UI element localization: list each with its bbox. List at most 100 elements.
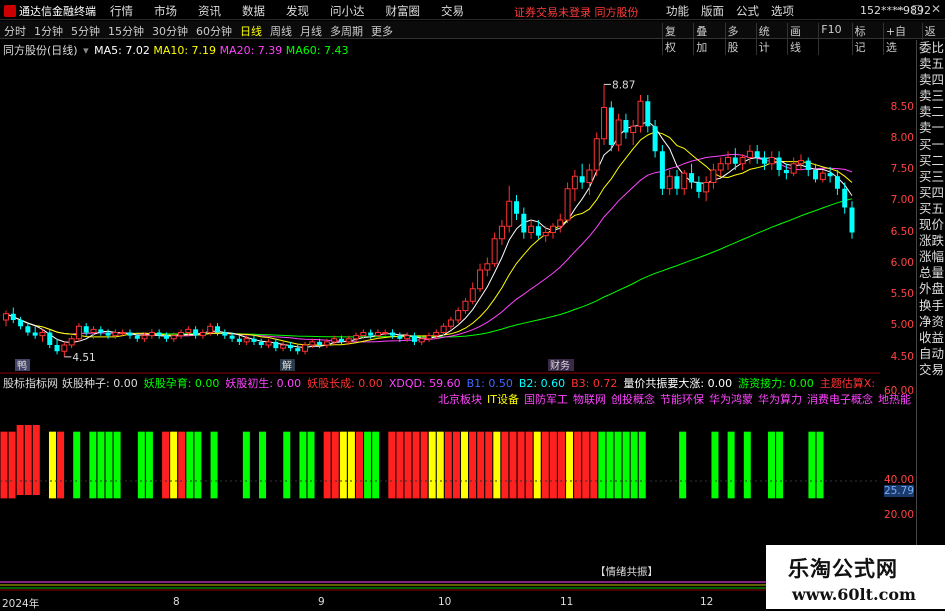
candle xyxy=(703,176,710,202)
ma-legend: 同方股份(日线) ▾ MA5: 7.02 MA10: 7.19 MA20: 7.… xyxy=(3,42,349,58)
side-item-20[interactable]: 自动 xyxy=(917,346,945,362)
side-item-18[interactable]: 收益 xyxy=(917,330,945,346)
side-item-12[interactable]: 涨跌 xyxy=(917,233,945,249)
histogram-bar xyxy=(396,431,404,499)
event-marker-0[interactable]: 鸭 xyxy=(17,359,27,372)
indicator-value-5: B1: 0.50 xyxy=(466,377,513,390)
event-marker-1[interactable]: 解 xyxy=(282,359,292,372)
window-controls: ─ □ ✕ xyxy=(896,2,941,16)
histogram-bar xyxy=(776,431,784,499)
right-menu-item-2[interactable]: 公式 xyxy=(736,3,759,19)
concept-tag-2[interactable]: 国防军工 xyxy=(524,393,568,406)
side-item-13[interactable]: 涨幅 xyxy=(917,249,945,265)
concept-tag-0[interactable]: 北京板块 xyxy=(438,393,482,406)
histogram-bar xyxy=(582,431,590,499)
tab-period-8[interactable]: 月线 xyxy=(298,23,324,39)
menu-item-4[interactable]: 发现 xyxy=(286,3,309,19)
side-item-1[interactable]: 卖五 xyxy=(917,56,945,72)
side-item-15[interactable]: 外盘 xyxy=(917,281,945,297)
tab-period-0[interactable]: 分时 xyxy=(2,23,28,39)
histogram-bar xyxy=(89,431,97,499)
tab-period-10[interactable]: 更多 xyxy=(369,23,395,39)
menu-item-6[interactable]: 财富圈 xyxy=(386,3,421,19)
candle xyxy=(579,163,585,189)
side-item-8[interactable]: 买三 xyxy=(917,169,945,185)
candle xyxy=(477,263,484,292)
candle xyxy=(746,145,753,164)
candle xyxy=(302,341,309,355)
concept-tag-8[interactable]: 消费电子概念 xyxy=(807,393,873,406)
side-item-17[interactable]: 净资 xyxy=(917,314,945,330)
app-title: 通达信金融终端 xyxy=(4,3,96,19)
trade-notice[interactable]: 证券交易未登录 同方股份 xyxy=(514,4,639,20)
histogram-bar xyxy=(347,431,355,499)
histogram-bar xyxy=(186,431,194,499)
side-item-4[interactable]: 卖二 xyxy=(917,104,945,120)
side-item-2[interactable]: 卖四 xyxy=(917,72,945,88)
candle xyxy=(193,326,199,339)
side-item-11[interactable]: 现价 xyxy=(917,217,945,233)
right-menu-item-3[interactable]: 选项 xyxy=(771,3,794,19)
right-menu-item-1[interactable]: 版面 xyxy=(701,3,724,19)
menu-item-2[interactable]: 资讯 xyxy=(198,3,221,19)
side-item-5[interactable]: 卖一 xyxy=(917,120,945,136)
tab-period-6[interactable]: 日线 xyxy=(238,23,264,39)
indicator-value-6: B2: 0.60 xyxy=(518,377,566,390)
concept-tag-6[interactable]: 华为鸿蒙 xyxy=(709,393,753,406)
side-item-16[interactable]: 换手 xyxy=(917,298,945,314)
tab-period-1[interactable]: 1分钟 xyxy=(32,23,65,39)
histogram-bar xyxy=(105,431,113,499)
chevron-icon[interactable]: ▾ xyxy=(83,44,89,57)
tab-period-9[interactable]: 多周期 xyxy=(328,23,365,39)
side-item-21[interactable]: 交易 xyxy=(917,362,945,378)
histogram-bar xyxy=(32,425,40,495)
candle xyxy=(681,170,688,195)
side-item-14[interactable]: 总量 xyxy=(917,265,945,281)
ma60-line xyxy=(5,198,853,338)
side-item-7[interactable]: 买二 xyxy=(917,153,945,169)
histogram-bar xyxy=(8,431,16,499)
candle xyxy=(469,282,476,305)
histogram-bar xyxy=(469,431,477,499)
side-item-10[interactable]: 买五 xyxy=(917,201,945,217)
close-icon[interactable]: ✕ xyxy=(931,2,941,16)
candle xyxy=(455,307,462,324)
period-toolbar: 分时 1分钟 5分钟 15分钟 30分钟 60分钟 日线 周线 月线 多周期 更多 复权 叠加 多股 统计… xyxy=(0,21,945,55)
side-item-0[interactable]: 委比 xyxy=(917,40,945,56)
candle xyxy=(593,132,600,177)
tab-period-2[interactable]: 5分钟 xyxy=(69,23,102,39)
histogram-bar xyxy=(210,431,218,499)
histogram-bar xyxy=(509,431,517,499)
candle xyxy=(199,329,206,339)
tab-period-3[interactable]: 15分钟 xyxy=(106,23,146,39)
menu-item-1[interactable]: 市场 xyxy=(154,3,177,19)
histogram-bar xyxy=(477,431,485,499)
concept-tag-1[interactable]: IT设备 xyxy=(487,393,519,406)
candle xyxy=(813,163,819,183)
concept-tag-7[interactable]: 华为算力 xyxy=(758,393,802,406)
histogram-bar xyxy=(743,431,751,499)
minimize-icon[interactable]: ─ xyxy=(896,2,903,16)
menu-item-3[interactable]: 数据 xyxy=(242,3,265,19)
side-item-9[interactable]: 买四 xyxy=(917,185,945,201)
menu-item-0[interactable]: 行情 xyxy=(110,3,133,19)
kline-chart[interactable]: 8.87 4.51 鸭 解 财务【情绪共振】 xyxy=(0,40,880,605)
concept-tag-5[interactable]: 节能环保 xyxy=(660,393,704,406)
tab-period-7[interactable]: 周线 xyxy=(268,23,294,39)
concept-tag-4[interactable]: 创投概念 xyxy=(611,393,655,406)
maximize-icon[interactable]: □ xyxy=(912,2,923,16)
candle xyxy=(127,329,133,339)
indicator-name[interactable]: 股标指标网 xyxy=(3,377,58,390)
right-menu-item-0[interactable]: 功能 xyxy=(666,3,689,19)
tab-period-4[interactable]: 30分钟 xyxy=(150,23,190,39)
candle xyxy=(725,151,732,170)
event-marker-2[interactable]: 财务 xyxy=(550,359,570,372)
side-item-3[interactable]: 卖三 xyxy=(917,88,945,104)
histogram-bar xyxy=(566,431,574,499)
menu-item-7[interactable]: 交易 xyxy=(441,3,464,19)
side-item-6[interactable]: 买一 xyxy=(917,137,945,153)
concept-tag-3[interactable]: 物联网 xyxy=(573,393,606,406)
menu-item-5[interactable]: 问小达 xyxy=(330,3,365,19)
tab-period-5[interactable]: 60分钟 xyxy=(194,23,234,39)
candle xyxy=(739,154,746,170)
